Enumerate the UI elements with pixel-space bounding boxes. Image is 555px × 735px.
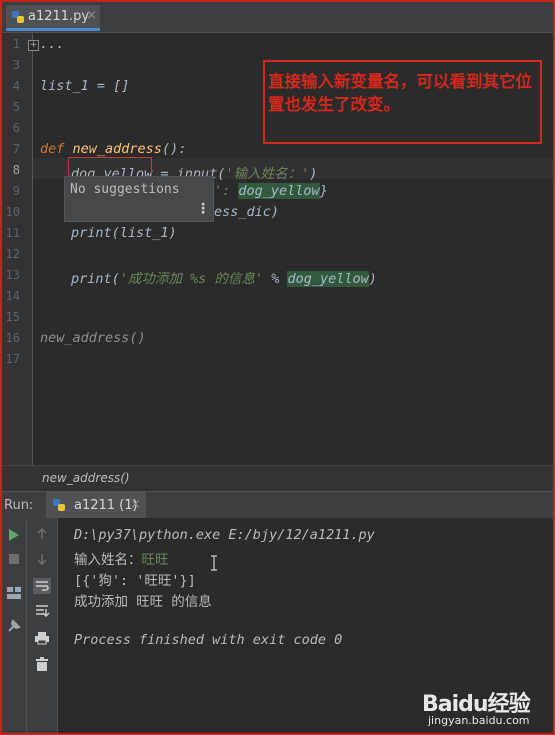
code-token: def bbox=[40, 141, 65, 157]
code-line-9: ': dog_yellow} bbox=[214, 183, 328, 199]
fold-expand-icon[interactable]: + bbox=[28, 40, 39, 51]
console-line: 输入姓名：旺旺 bbox=[74, 548, 169, 568]
code-editor[interactable]: 1 3 4 5 6 7 8 9 10 11 12 13 14 15 16 17 … bbox=[2, 33, 553, 465]
console-toolbar bbox=[27, 518, 58, 733]
code-line-4: list_1 = [] bbox=[40, 78, 129, 94]
line-number: 9 bbox=[12, 184, 20, 198]
run-tab[interactable]: a1211 (1) × bbox=[46, 492, 146, 518]
line-number: 12 bbox=[5, 247, 20, 261]
annotation-callout: 直接输入新变量名，可以看到其它位置也发生了改变。 bbox=[263, 60, 542, 144]
breadcrumb-item[interactable]: new_address() bbox=[42, 471, 130, 485]
text-cursor-icon bbox=[211, 555, 217, 571]
line-number: 3 bbox=[12, 58, 20, 72]
code-token: '成功添加 %s 的信息' bbox=[119, 271, 264, 287]
code-token: dog_yellow bbox=[238, 183, 320, 199]
code-line-13: print('成功添加 %s 的信息' % dog_yellow) bbox=[71, 267, 377, 287]
more-options-icon[interactable]: ⋮ bbox=[196, 201, 210, 217]
code-token: dog_yellow bbox=[287, 271, 369, 287]
scroll-to-end-icon[interactable] bbox=[34, 604, 50, 618]
run-toolbar bbox=[2, 518, 27, 733]
code-token: ) bbox=[309, 166, 318, 182]
code-line-11: print(list_1) bbox=[71, 225, 177, 241]
baidu-watermark: Baidu经验 jingyan.baidu.com bbox=[422, 686, 552, 733]
code-line-7: def new_address(): bbox=[40, 141, 186, 157]
editor-tab-a1211[interactable]: a1211.py × bbox=[6, 5, 100, 31]
line-number-gutter: 1 3 4 5 6 7 8 9 10 11 12 13 14 15 16 17 bbox=[2, 33, 33, 465]
line-number: 1 bbox=[12, 37, 20, 51]
rerun-icon[interactable] bbox=[8, 528, 20, 542]
code-token: ': bbox=[214, 183, 231, 199]
code-token: print( bbox=[71, 271, 120, 287]
watermark-url: jingyan.baidu.com bbox=[428, 714, 530, 727]
console-line: D:\py37\python.exe E:/bjy/12/a1211.py bbox=[74, 527, 375, 543]
line-number: 8 bbox=[12, 163, 20, 177]
line-number: 6 bbox=[12, 121, 20, 135]
run-console[interactable]: D:\py37\python.exe E:/bjy/12/a1211.py 输入… bbox=[2, 518, 553, 733]
arrow-up-icon[interactable] bbox=[36, 528, 48, 540]
line-number: 15 bbox=[5, 310, 20, 324]
folded-imports[interactable]: ... bbox=[40, 36, 64, 52]
code-token: } bbox=[319, 183, 328, 199]
arrow-down-icon[interactable] bbox=[36, 553, 48, 565]
code-token: new_address bbox=[72, 141, 162, 157]
line-number: 11 bbox=[5, 226, 20, 240]
run-label: Run: bbox=[4, 498, 34, 513]
print-icon[interactable] bbox=[34, 631, 50, 645]
line-number: 10 bbox=[5, 205, 20, 219]
suggestion-popup[interactable]: No suggestions ⋮ bbox=[64, 176, 214, 222]
code-token: ) bbox=[368, 271, 377, 287]
code-token: '输入姓名：' bbox=[225, 166, 310, 182]
code-token: list_1 bbox=[40, 78, 89, 94]
editor-tab-bar: a1211.py × bbox=[2, 2, 553, 33]
code-line-16: new_address() bbox=[40, 330, 146, 346]
stop-icon[interactable] bbox=[8, 553, 20, 565]
line-number: 16 bbox=[5, 331, 20, 345]
python-file-icon bbox=[12, 11, 24, 23]
python-file-icon bbox=[53, 499, 65, 511]
line-number: 4 bbox=[12, 79, 20, 93]
breadcrumb[interactable]: new_address() bbox=[2, 465, 553, 491]
run-panel-header: Run: a1211 (1) × bbox=[2, 491, 553, 519]
close-icon[interactable]: × bbox=[130, 497, 141, 512]
close-icon[interactable]: × bbox=[86, 8, 97, 23]
code-token: = [] bbox=[88, 78, 130, 94]
code-token: (): bbox=[161, 141, 187, 157]
pin-icon[interactable] bbox=[6, 618, 22, 634]
suggestion-text: No suggestions bbox=[70, 182, 180, 197]
editor-tab-label: a1211.py bbox=[28, 9, 90, 24]
console-line: [{'狗': '旺旺'}] bbox=[74, 573, 196, 589]
rename-target-box bbox=[68, 157, 152, 178]
code-line-10: ess_dic) bbox=[214, 204, 280, 220]
code-token: % bbox=[263, 271, 288, 287]
line-number: 5 bbox=[12, 100, 20, 114]
console-line: 成功添加 旺旺 的信息 bbox=[74, 594, 212, 610]
ide-window: a1211.py × 1 3 4 5 6 7 8 9 10 11 12 13 1… bbox=[2, 2, 553, 733]
console-user-input: 旺旺 bbox=[141, 552, 169, 568]
line-number: 13 bbox=[5, 268, 20, 282]
console-prompt: 输入姓名： bbox=[74, 552, 142, 568]
console-line: Process finished with exit code 0 bbox=[74, 632, 343, 648]
trash-icon[interactable] bbox=[35, 657, 49, 672]
layout-icon[interactable] bbox=[6, 586, 22, 600]
soft-wrap-icon[interactable] bbox=[33, 578, 51, 594]
line-number: 17 bbox=[5, 352, 20, 366]
line-number: 7 bbox=[12, 142, 20, 156]
line-number: 14 bbox=[5, 289, 20, 303]
run-tab-label: a1211 (1) bbox=[74, 498, 138, 513]
